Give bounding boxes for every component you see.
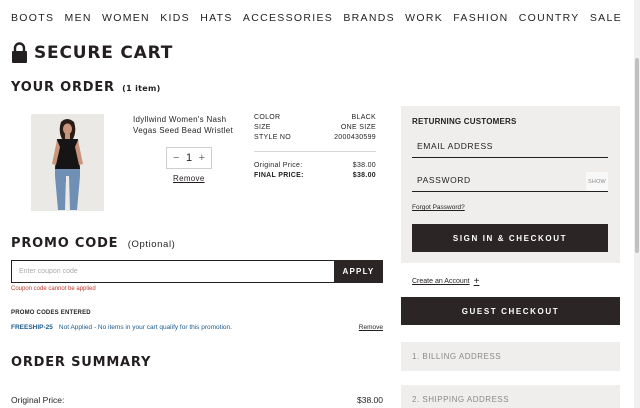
password-field[interactable]: PASSWORD SHOW — [412, 170, 608, 192]
summary-original-price-value: $38.00 — [357, 395, 383, 405]
promo-entry-code: FREESHIP-25 — [11, 324, 53, 331]
nav-item-country[interactable]: COUNTRY — [519, 12, 580, 24]
spec-label: STYLE NO — [254, 134, 292, 141]
nav-item-hats[interactable]: HATS — [200, 12, 232, 24]
create-account-link[interactable]: Create an Account + — [412, 276, 479, 287]
item-count: (1 item) — [122, 84, 161, 93]
spec-value: BLACK — [351, 114, 376, 121]
sign-in-checkout-button[interactable]: SIGN IN & CHECKOUT — [412, 224, 608, 252]
spec-style-no: STYLE NO 2000430599 — [254, 134, 376, 141]
promo-entry-status: Not Applied - No items in your cart qual… — [58, 324, 232, 331]
remove-item-link[interactable]: Remove — [173, 174, 205, 183]
nav-item-accessories[interactable]: ACCESSORIES — [243, 12, 333, 24]
spec-divider — [254, 151, 376, 152]
top-nav: BOOTS MEN WOMEN KIDS HATS ACCESSORIES BR… — [0, 0, 634, 36]
summary-original-price: Original Price: $38.00 — [11, 395, 383, 405]
final-price-label: FINAL PRICE: — [254, 172, 304, 179]
nav-item-work[interactable]: WORK — [405, 12, 443, 24]
coupon-placeholder: Enter coupon code — [19, 268, 78, 275]
coupon-code-input[interactable]: Enter coupon code — [11, 260, 335, 283]
summary-original-price-label: Original Price: — [11, 395, 65, 405]
product-image[interactable] — [31, 114, 104, 211]
show-password-button[interactable]: SHOW — [586, 172, 608, 191]
spec-value: 2000430599 — [334, 134, 376, 141]
guest-checkout-button[interactable]: GUEST CHECKOUT — [401, 297, 620, 325]
item-final-price: FINAL PRICE: $38.00 — [254, 172, 376, 179]
quantity-value[interactable]: 1 — [186, 152, 192, 164]
order-summary-heading: ORDER SUMMARY — [11, 355, 152, 370]
create-account-label: Create an Account — [412, 278, 470, 285]
promo-remove-link[interactable]: Remove — [359, 324, 383, 331]
your-order-heading: YOUR ORDER (1 item) — [11, 80, 161, 95]
scrollbar-thumb[interactable] — [635, 58, 639, 253]
spec-label: SIZE — [254, 124, 271, 131]
quantity-increase-button[interactable]: + — [199, 152, 205, 164]
nav-item-boots[interactable]: BOOTS — [11, 12, 54, 24]
final-price-value: $38.00 — [352, 172, 376, 179]
forgot-password-link[interactable]: Forgot Password? — [412, 204, 465, 211]
original-price-value: $38.00 — [352, 162, 376, 169]
shipping-address-step[interactable]: 2. SHIPPING ADDRESS — [401, 385, 620, 408]
nav-item-sale[interactable]: SALE — [590, 12, 622, 24]
promo-code-heading: PROMO CODE (Optional) — [11, 236, 175, 251]
original-price-label: Original Price: — [254, 162, 303, 169]
returning-customers-title: RETURNING CUSTOMERS — [412, 117, 517, 126]
your-order-title: YOUR ORDER — [11, 80, 115, 95]
lock-icon — [11, 42, 28, 64]
spec-label: COLOR — [254, 114, 281, 121]
apply-coupon-button[interactable]: APPLY — [334, 260, 383, 283]
returning-customers-panel: RETURNING CUSTOMERS EMAIL ADDRESS PASSWO… — [401, 106, 620, 263]
page-title-text: SECURE CART — [34, 43, 174, 63]
item-original-price: Original Price: $38.00 — [254, 162, 376, 169]
nav-item-kids[interactable]: KIDS — [160, 12, 190, 24]
product-name[interactable]: Idyllwind Women's Nash Vegas Seed Bead W… — [133, 114, 241, 136]
page-scrollbar[interactable] — [634, 0, 640, 408]
nav-item-men[interactable]: MEN — [65, 12, 92, 24]
nav-item-fashion[interactable]: FASHION — [453, 12, 508, 24]
shipping-address-label: 2. SHIPPING ADDRESS — [412, 395, 510, 404]
email-field-label: EMAIL ADDRESS — [417, 141, 493, 151]
promo-code-title: PROMO CODE — [11, 236, 119, 251]
nav-item-women[interactable]: WOMEN — [102, 12, 150, 24]
plus-icon: + — [473, 276, 480, 287]
billing-address-step[interactable]: 1. BILLING ADDRESS — [401, 342, 620, 371]
password-field-label: PASSWORD — [417, 175, 471, 185]
billing-address-label: 1. BILLING ADDRESS — [412, 352, 502, 361]
quantity-decrease-button[interactable]: − — [173, 152, 179, 164]
spec-value: ONE SIZE — [340, 124, 376, 131]
promo-entry: FREESHIP-25 Not Applied - No items in yo… — [11, 324, 383, 331]
page-title: SECURE CART — [11, 42, 173, 64]
coupon-error-message: Coupon code cannot be applied — [11, 286, 96, 292]
spec-color: COLOR BLACK — [254, 114, 376, 121]
quantity-stepper: − 1 + — [166, 147, 212, 169]
promo-optional-label: (Optional) — [127, 239, 176, 250]
promo-codes-entered-title: PROMO CODES ENTERED — [11, 310, 91, 316]
email-field[interactable]: EMAIL ADDRESS — [412, 136, 608, 158]
nav-item-brands[interactable]: BRANDS — [343, 12, 395, 24]
spec-size: SIZE ONE SIZE — [254, 124, 376, 131]
